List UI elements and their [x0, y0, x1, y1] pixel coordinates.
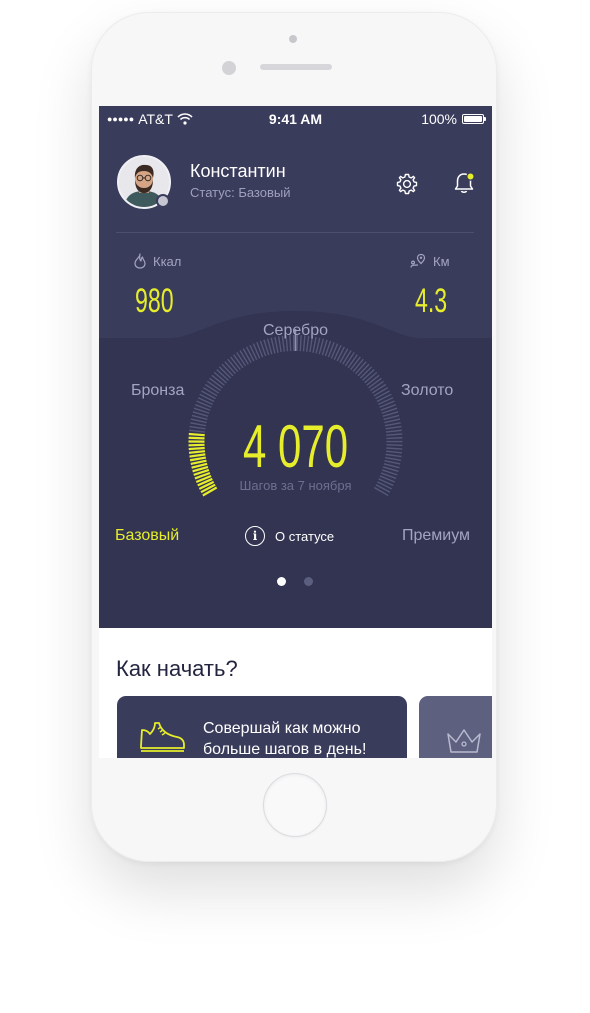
gauge-tick: [339, 348, 349, 363]
level-bronze: Бронза: [131, 382, 185, 399]
gauge-tick: [239, 350, 249, 365]
earpiece-speaker: [260, 64, 332, 70]
pager-dot-active[interactable]: [277, 577, 286, 586]
gauge-tick: [249, 344, 258, 360]
crown-icon: [447, 729, 481, 753]
proximity-sensor: [222, 61, 236, 75]
app-screen: ●●●●● AT&T 9:41 AM 100% Константин Стату…: [99, 106, 492, 758]
gauge-tick: [344, 352, 355, 367]
info-icon: i: [245, 526, 265, 546]
about-status-label: О статусе: [275, 528, 335, 544]
steps-caption: Шагов за 7 ноября: [239, 478, 352, 493]
gauge-tick: [201, 390, 216, 400]
gauge-tick: [199, 393, 215, 403]
sneaker-icon: [140, 722, 185, 752]
gauge-tick: [376, 393, 392, 403]
level-gold: Золото: [401, 382, 454, 399]
gauge-tick: [206, 380, 221, 391]
gauge-tick: [373, 387, 389, 397]
gauge-tick: [336, 346, 346, 362]
gauge-tick: [270, 337, 276, 354]
level-silver: Серебро: [262, 322, 329, 339]
card-text: Совершай как можно больше шагов в день!: [203, 718, 366, 758]
gauge-tick: [204, 383, 220, 394]
gauge-tick: [370, 380, 385, 391]
gauge-tick: [333, 344, 342, 360]
onboarding-card-2[interactable]: [419, 696, 492, 758]
gauge-tick: [242, 348, 252, 363]
gauge-tick: [202, 387, 218, 397]
gauge-tick: [245, 346, 255, 362]
about-status-button[interactable]: i О статусе: [245, 526, 334, 546]
home-button[interactable]: [263, 773, 327, 837]
steps-count: 4 070: [242, 413, 349, 480]
gauge-tick: [371, 383, 387, 394]
level-premium: Премиум: [402, 527, 471, 544]
gauge-tick: [233, 354, 244, 369]
section-title: Как начать?: [116, 656, 238, 681]
gauge-tick: [375, 390, 390, 400]
gauge-tick: [315, 337, 321, 354]
pager-dot[interactable]: [304, 577, 313, 586]
front-camera: [289, 35, 297, 43]
gauge-tick: [342, 350, 352, 365]
gauge-tick: [236, 352, 247, 367]
onboarding-card[interactable]: Совершай как можно больше шагов в день!: [117, 696, 407, 758]
steps-gauge: [188, 329, 403, 497]
card-text-line1: Совершай как можно: [203, 720, 361, 737]
card-text-line2: больше шагов в день!: [203, 741, 367, 758]
level-basic: Базовый: [115, 527, 180, 544]
gauge-tick: [347, 354, 358, 369]
